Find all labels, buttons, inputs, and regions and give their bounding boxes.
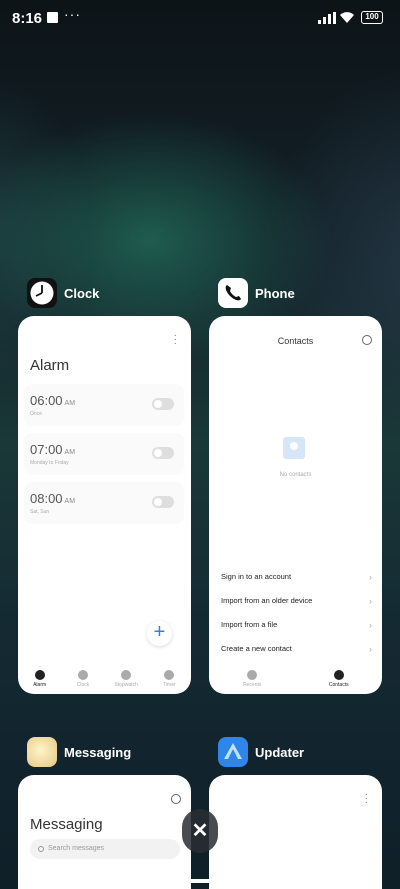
alarm-toggle[interactable] [152,447,174,459]
more-options-icon[interactable]: · · · [365,790,368,808]
alarm-repeat: Once [30,411,42,417]
contact-placeholder-icon [283,437,305,459]
clock-app-header[interactable]: Clock [27,277,99,309]
tab-label: Stopwatch [114,682,138,688]
option-label: Create a new contact [221,644,292,653]
updater-app-header[interactable]: Updater [218,736,304,768]
person-icon [333,670,344,680]
messaging-app-name: Messaging [64,744,132,760]
chevron-right-icon: › [369,572,372,582]
alarm-ampm: AM [64,498,76,505]
alarm-repeat: Sat, Sun [30,509,50,515]
alarm-item[interactable]: 07:00 AM Monday to Friday [24,433,184,475]
more-notifications-icon: ··· [64,6,81,22]
phone-app-header[interactable]: Phone [218,277,295,309]
alarm-time: 07:00 [30,442,63,457]
signal-icon [318,12,336,24]
alarm-time: 08:00 [30,491,63,506]
option-label: Sign in to an account [221,572,292,581]
tab-label: Contacts [328,682,349,688]
alarm-time: 06:00 [30,393,63,408]
settings-icon[interactable] [171,794,181,804]
option-label: Import from an older device [221,596,313,605]
empty-state-text: No contacts [279,472,312,478]
tab-contacts[interactable]: Contacts [319,666,359,694]
alarm-toggle[interactable] [152,496,174,508]
stopwatch-icon [121,670,132,680]
tab-label: Timer [163,682,176,688]
phone-icon [247,670,258,680]
messaging-app-card[interactable]: Messaging Search messages [18,775,191,889]
tab-timer[interactable]: Timer [149,666,189,694]
clock-app-card[interactable]: · · · Alarm 06:00 AM Once 07:00 AM Monday to… [18,316,191,694]
wifi-icon [340,12,354,23]
import-older-device-option[interactable]: Import from an older device › [221,596,372,612]
tab-label: Alarm [33,682,47,688]
updater-app-name: Updater [255,744,305,760]
home-indicator[interactable] [126,879,275,883]
alarm-icon [34,670,45,680]
alarm-ampm: AM [64,449,76,456]
phone-app-card[interactable]: Contacts No contacts Sign in to an accou… [209,316,382,694]
sign-in-option[interactable]: Sign in to an account › [221,572,372,588]
phone-tab-bar: Recents Contacts [209,666,382,694]
alarm-ampm: AM [64,400,76,407]
phone-app-icon [218,278,248,308]
import-file-option[interactable]: Import from a file › [221,620,372,636]
chevron-right-icon: › [369,644,372,654]
tab-clock[interactable]: Clock [63,666,103,694]
battery-icon: 100 [361,11,383,24]
chevron-right-icon: › [369,620,372,630]
clock-app-name: Clock [64,285,100,301]
search-icon [38,846,44,852]
alarm-item[interactable]: 06:00 AM Once [24,384,184,426]
tab-stopwatch[interactable]: Stopwatch [106,666,146,694]
clock-app-icon [27,278,57,308]
more-options-icon[interactable]: · · · [174,331,177,349]
status-bar: 8:16 ··· 100 [0,0,400,36]
clear-all-button[interactable]: ✕ [182,809,218,853]
timer-icon [164,670,175,680]
alarm-repeat: Monday to Friday [30,460,69,466]
tab-label: Recents [243,682,262,688]
clock-tab-bar: Alarm Clock Stopwatch Timer [18,666,191,694]
clock-icon [77,670,88,680]
settings-icon[interactable] [362,335,372,345]
tab-label: Clock [76,682,90,688]
notification-icon [47,12,58,23]
alarm-title: Alarm [30,357,70,374]
chevron-right-icon: › [369,596,372,606]
status-time: 8:16 [12,10,43,27]
messaging-app-icon [27,737,57,767]
alarm-item[interactable]: 08:00 AM Sat, Sun [24,482,184,524]
phone-app-name: Phone [255,285,295,301]
search-messages-input[interactable]: Search messages [30,839,180,859]
create-contact-option[interactable]: Create a new contact › [221,644,372,660]
add-alarm-button[interactable]: + [147,621,172,646]
updater-app-card[interactable]: · · · [209,775,382,889]
updater-app-icon [218,737,248,767]
messaging-title: Messaging [30,816,103,833]
alarm-toggle[interactable] [152,398,174,410]
tab-alarm[interactable]: Alarm [20,666,60,694]
messaging-app-header[interactable]: Messaging [27,736,131,768]
contacts-title: Contacts [277,336,314,346]
option-label: Import from a file [221,620,278,629]
tab-recents[interactable]: Recents [232,666,272,694]
search-placeholder: Search messages [48,845,105,852]
